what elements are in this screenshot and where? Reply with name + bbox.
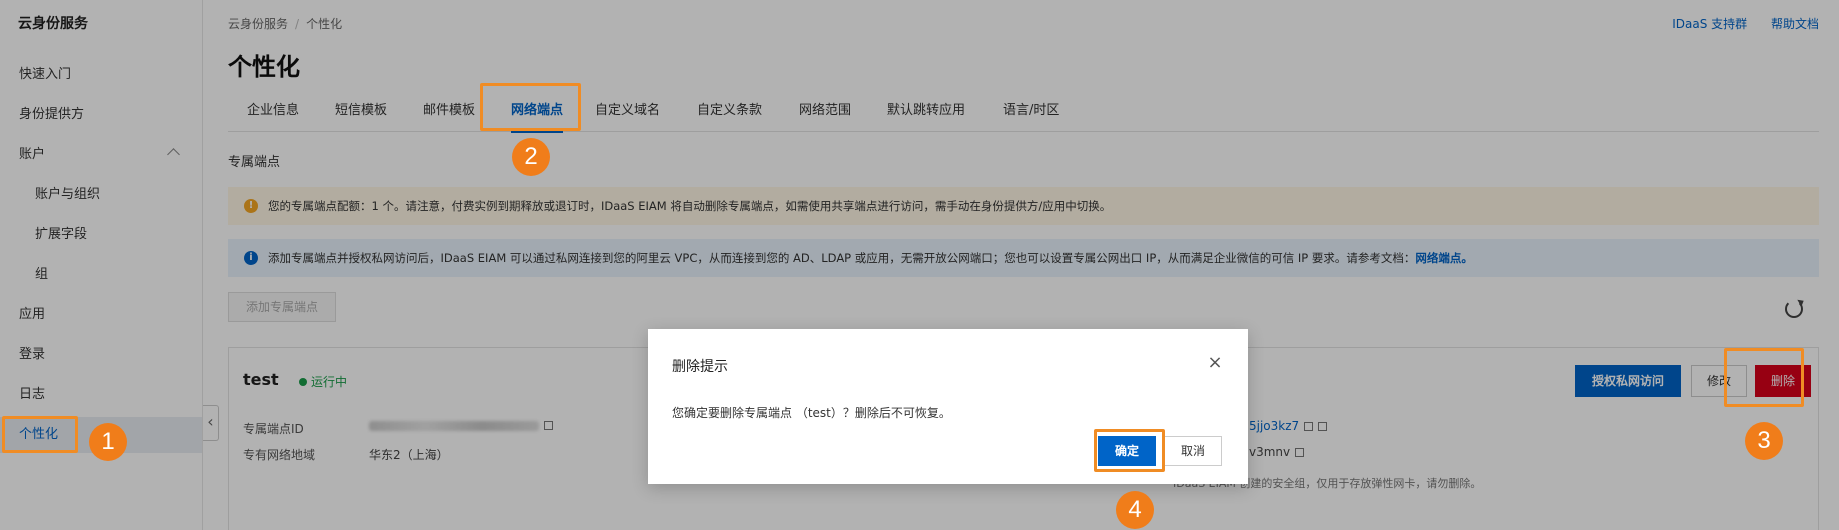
step-marker-1: 1 <box>89 423 127 461</box>
step-marker-3: 3 <box>1745 422 1783 460</box>
cancel-button[interactable]: 取消 <box>1164 436 1222 466</box>
step-marker-2: 2 <box>512 138 550 176</box>
highlight-box-1 <box>2 416 78 453</box>
close-icon[interactable]: × <box>1206 354 1224 372</box>
dialog-title: 删除提示 <box>672 359 728 375</box>
highlight-box-4 <box>1094 429 1165 472</box>
highlight-box-2 <box>480 83 581 131</box>
dialog-message: 您确定要删除专属端点 （test）？删除后不可恢复。 <box>672 406 951 420</box>
highlight-box-3 <box>1724 348 1804 407</box>
step-marker-4: 4 <box>1116 491 1154 529</box>
